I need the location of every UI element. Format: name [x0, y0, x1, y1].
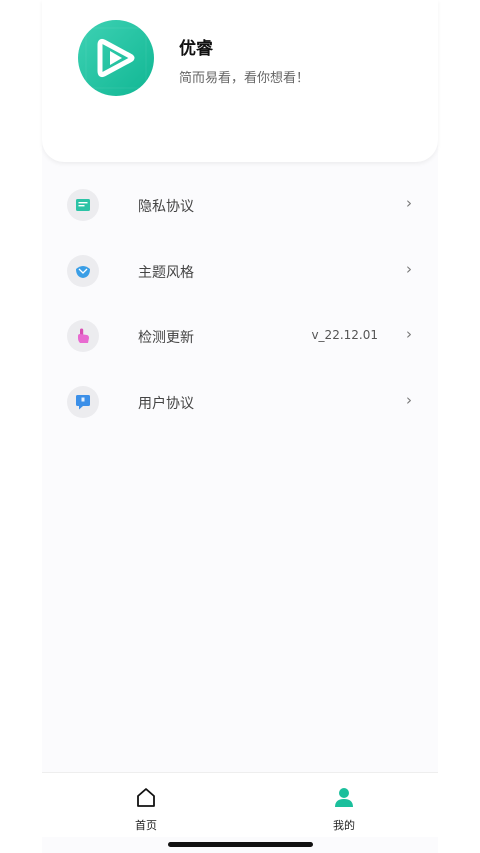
chevron-right-icon: › — [406, 194, 412, 212]
play-logo-icon — [85, 27, 147, 89]
home-icon — [137, 788, 155, 807]
tab-mine[interactable]: 我的 — [284, 773, 404, 837]
tab-home-label: 首页 — [135, 819, 157, 832]
settings-menu: 隐私协议 › 主题风格 › 检测更新 v_22.12.01 › 用户协议 › — [42, 172, 438, 434]
menu-label: 主题风格 — [138, 264, 194, 281]
chevron-right-icon: › — [406, 259, 412, 278]
chevron-right-icon: › — [406, 325, 412, 343]
menu-label: 隐私协议 — [138, 199, 194, 215]
tab-mine-label: 我的 — [333, 819, 355, 832]
agreement-chat-icon — [67, 385, 99, 418]
app-version: v_22.12.01 — [311, 328, 378, 342]
profile-card: 优睿 简而易看，看你想看！ — [42, 0, 438, 162]
privacy-document-icon — [67, 189, 99, 221]
menu-label: 用户协议 — [138, 395, 194, 412]
user-icon — [335, 788, 353, 807]
app-slogan: 简而易看，看你想看！ — [179, 71, 310, 86]
menu-item-user-agreement[interactable]: 用户协议 › — [42, 369, 438, 435]
home-indicator[interactable] — [168, 842, 313, 847]
tab-home[interactable]: 首页 — [86, 773, 206, 837]
menu-item-check-update[interactable]: 检测更新 v_22.12.01 › — [42, 303, 438, 369]
menu-item-privacy-policy[interactable]: 隐私协议 › — [42, 172, 438, 238]
app-name: 优睿 — [179, 39, 213, 59]
menu-item-theme-style[interactable]: 主题风格 › — [42, 238, 438, 304]
menu-label: 检测更新 — [138, 330, 194, 346]
app-screen: 优睿 简而易看，看你想看！ 隐私协议 › 主题风格 › 检测更新 v_22.12… — [42, 0, 438, 853]
update-hand-icon — [67, 320, 99, 352]
theme-palette-icon — [67, 254, 99, 287]
app-logo-avatar[interactable] — [78, 20, 154, 96]
chevron-right-icon: › — [406, 390, 412, 409]
bottom-tab-bar: 首页 我的 — [42, 772, 438, 837]
